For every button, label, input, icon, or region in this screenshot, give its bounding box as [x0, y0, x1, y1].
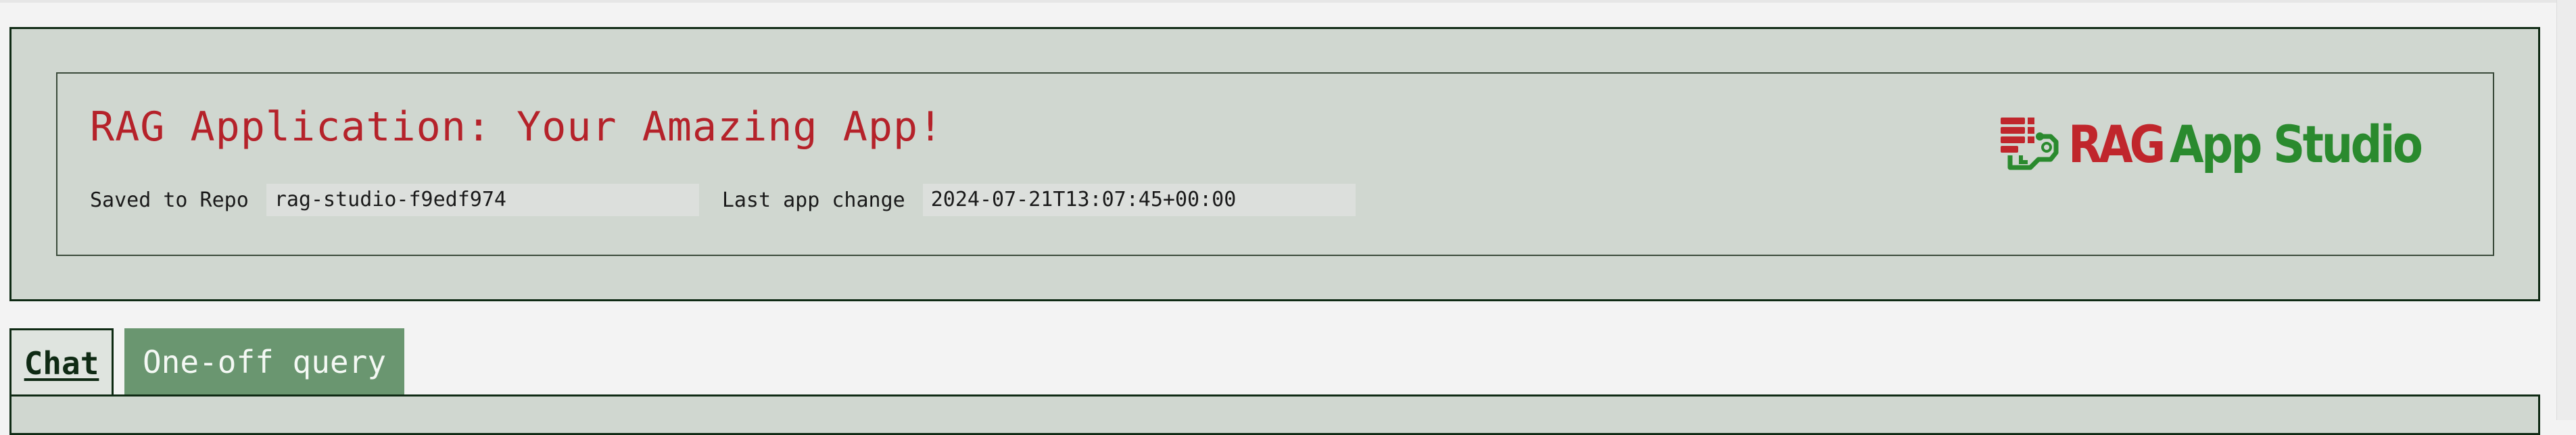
- tab-chat[interactable]: Chat: [9, 328, 114, 396]
- last-app-change-value: 2024-07-21T13:07:45+00:00: [922, 184, 1356, 216]
- database-circuit-icon: [2001, 118, 2059, 170]
- rag-app-studio-logo: RAG App Studio: [1998, 111, 2462, 176]
- saved-to-repo-label: Saved to Repo: [90, 188, 249, 212]
- tab-content-panel: [9, 394, 2540, 435]
- app-meta-row: Saved to Repo rag-studio-f9edf974 Last a…: [90, 183, 1356, 217]
- last-app-change-label: Last app change: [721, 188, 905, 212]
- vertical-scrollbar[interactable]: [2556, 0, 2576, 420]
- saved-to-repo-value: rag-studio-f9edf974: [266, 184, 699, 216]
- logo-word-app-studio: App Studio: [2170, 113, 2423, 174]
- tab-bar: Chat One-off query: [9, 328, 404, 396]
- app-header-inner: RAG Application: Your Amazing App! Saved…: [56, 72, 2494, 256]
- top-rule: [0, 0, 2576, 3]
- tab-one-off-query[interactable]: One-off query: [124, 328, 404, 396]
- logo-word-rag: RAG: [2068, 113, 2166, 174]
- app-header-panel: RAG Application: Your Amazing App! Saved…: [9, 27, 2540, 301]
- app-title: RAG Application: Your Amazing App!: [90, 103, 944, 151]
